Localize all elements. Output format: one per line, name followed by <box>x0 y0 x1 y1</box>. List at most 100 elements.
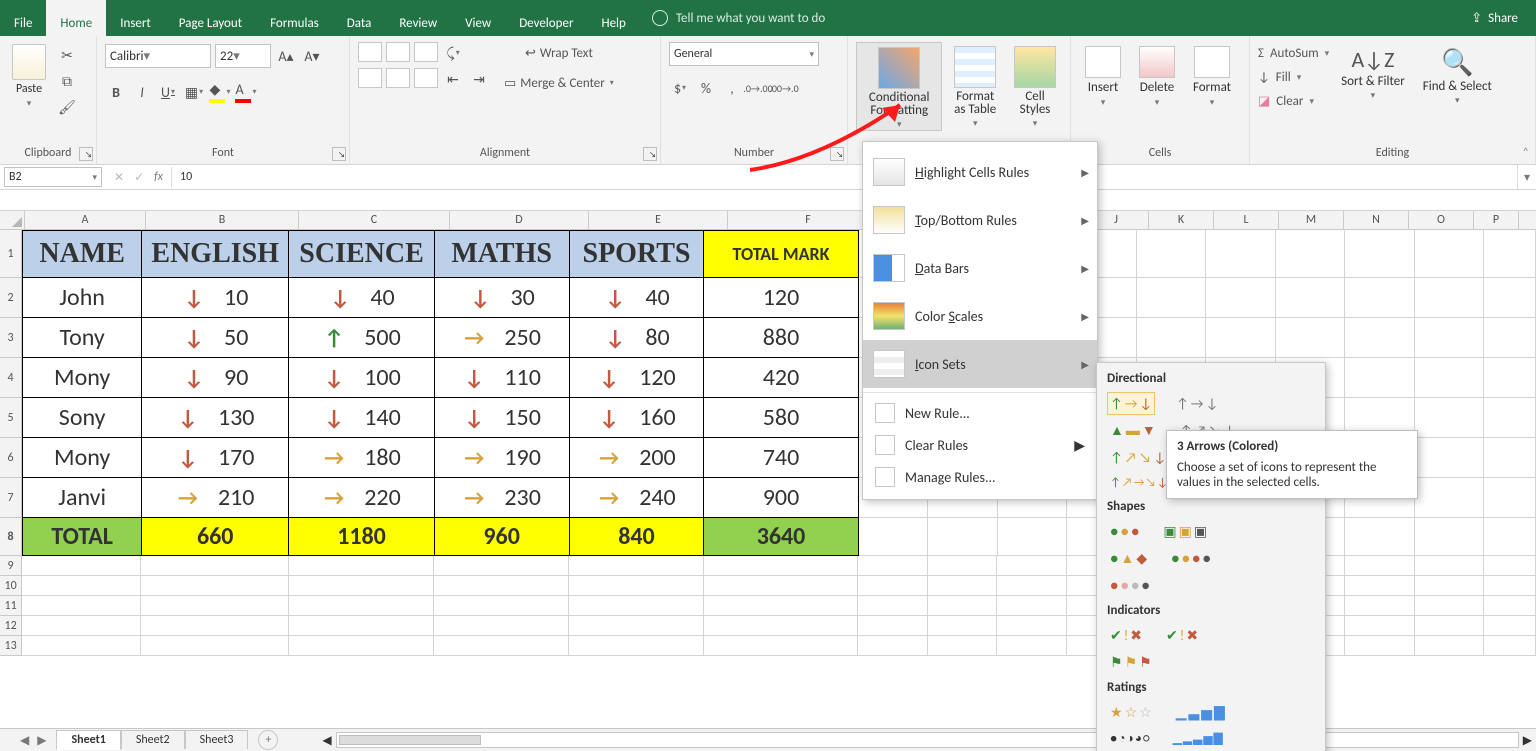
table-cell[interactable]: ↓110 <box>435 358 570 398</box>
sheet-tab-2[interactable]: Sheet2 <box>121 730 185 749</box>
iconset-5-ratings[interactable]: ▁▂▃▅▇ <box>1170 728 1225 749</box>
decrease-indent-icon[interactable]: ⇤ <box>442 68 464 90</box>
select-all-triangle[interactable] <box>0 211 25 229</box>
cell[interactable] <box>1484 478 1536 518</box>
iconset-3-arrows-gray[interactable]: ↑→↓ <box>1173 392 1221 415</box>
font-size-select[interactable]: 22▾ <box>215 44 271 68</box>
expand-formula-bar-icon[interactable]: ▾ <box>1517 165 1536 189</box>
row-header[interactable]: 12 <box>0 616 22 636</box>
iconset-4-traffic-lights[interactable]: ●●●● <box>1168 547 1214 570</box>
tell-me-search[interactable]: Tell me what you want to do <box>652 0 825 36</box>
table-cell[interactable]: →210 <box>142 478 289 518</box>
font-name-select[interactable]: Calibri▾ <box>105 44 211 68</box>
cell[interactable] <box>289 616 435 636</box>
cell[interactable] <box>1345 358 1415 398</box>
new-rule-item[interactable]: New Rule... <box>863 397 1097 429</box>
cell[interactable] <box>569 556 704 576</box>
table-cell[interactable]: 900 <box>704 478 858 518</box>
table-header[interactable]: TOTAL MARK <box>704 230 858 278</box>
table-cell[interactable]: ↑500 <box>289 318 434 358</box>
table-header[interactable]: SPORTS <box>570 230 705 278</box>
cell[interactable] <box>858 556 928 576</box>
table-cell[interactable]: 3640 <box>704 518 858 556</box>
clear-rules-item[interactable]: Clear Rules▶ <box>863 429 1097 461</box>
table-cell[interactable]: ↓100 <box>289 358 434 398</box>
cell[interactable] <box>434 636 569 656</box>
cell[interactable] <box>289 556 435 576</box>
cell[interactable] <box>928 518 998 556</box>
delete-cells-button[interactable]: Delete▾ <box>1133 42 1181 108</box>
iconset-3-traffic-lights[interactable]: ●●● <box>1107 520 1142 543</box>
clipboard-launcher[interactable]: ↘ <box>79 147 93 161</box>
cell[interactable] <box>1345 518 1415 556</box>
align-middle-icon[interactable] <box>386 42 410 62</box>
cell[interactable] <box>569 616 704 636</box>
cell[interactable] <box>1137 278 1207 318</box>
row-header[interactable]: 5 <box>0 398 22 438</box>
cell[interactable] <box>22 616 141 636</box>
cell[interactable] <box>1484 636 1536 656</box>
col-header[interactable]: E <box>589 211 728 229</box>
cell[interactable] <box>1484 398 1536 438</box>
col-header[interactable]: A <box>25 211 146 229</box>
cell[interactable] <box>858 576 928 596</box>
cell-styles-button[interactable]: Cell Styles▾ <box>1008 42 1062 129</box>
table-cell[interactable]: ↓150 <box>435 398 570 438</box>
table-cell[interactable]: 960 <box>435 518 570 556</box>
format-painter-icon[interactable]: 🖌 <box>56 96 78 118</box>
cell[interactable] <box>1206 278 1276 318</box>
align-right-icon[interactable] <box>414 68 438 88</box>
cell[interactable] <box>1415 596 1485 616</box>
number-format-select[interactable]: General▾ <box>669 42 819 66</box>
cell[interactable] <box>569 636 704 656</box>
sheet-tab-1[interactable]: Sheet1 <box>56 730 120 750</box>
table-cell[interactable]: ↓140 <box>289 398 434 438</box>
cell[interactable] <box>1415 358 1485 398</box>
cell[interactable] <box>1276 318 1346 358</box>
merge-center-button[interactable]: ▭ Merge & Center <box>504 72 614 94</box>
color-scales-item[interactable]: Color Scales▶ <box>863 292 1097 340</box>
cell[interactable] <box>434 576 569 596</box>
cell[interactable] <box>1484 230 1536 278</box>
manage-rules-item[interactable]: Manage Rules... <box>863 461 1097 493</box>
collapse-ribbon-icon[interactable]: ˄ <box>1523 146 1529 160</box>
tab-developer[interactable]: Developer <box>505 0 587 36</box>
table-cell[interactable]: 420 <box>704 358 858 398</box>
row-header[interactable]: 8 <box>0 518 22 556</box>
increase-indent-icon[interactable]: ⇥ <box>468 68 490 90</box>
table-cell[interactable]: Tony <box>22 318 142 358</box>
table-cell[interactable]: 660 <box>142 518 289 556</box>
cell[interactable] <box>1415 398 1485 438</box>
cell[interactable] <box>141 636 288 656</box>
cell[interactable] <box>1276 230 1346 278</box>
autosum-button[interactable]: ΣAutoSum▾ <box>1258 42 1329 64</box>
row-header[interactable]: 10 <box>0 576 22 596</box>
cell[interactable] <box>434 596 569 616</box>
table-cell[interactable]: →230 <box>435 478 570 518</box>
col-header[interactable]: L <box>1214 211 1279 229</box>
row-header[interactable]: 6 <box>0 438 22 478</box>
border-button[interactable]: ▦ <box>183 81 205 103</box>
tab-file[interactable]: File <box>0 0 46 36</box>
table-cell[interactable]: →180 <box>289 438 434 478</box>
row-header[interactable]: 3 <box>0 318 22 358</box>
share-button[interactable]: ⇪ Share <box>1471 0 1518 36</box>
cell[interactable] <box>1345 556 1415 576</box>
cell[interactable] <box>434 556 569 576</box>
iconset-4-ratings[interactable]: ▁▃▅▇ <box>1173 701 1228 724</box>
table-cell[interactable]: TOTAL <box>22 518 142 556</box>
cell[interactable] <box>997 616 1067 636</box>
row-header[interactable]: 11 <box>0 596 22 616</box>
tab-page-layout[interactable]: Page Layout <box>165 0 256 36</box>
cell[interactable] <box>1206 318 1276 358</box>
iconset-3-stars[interactable]: ★☆☆ <box>1107 701 1155 724</box>
col-header[interactable]: K <box>1149 211 1214 229</box>
cell[interactable] <box>858 596 928 616</box>
cell[interactable] <box>1484 278 1536 318</box>
cell[interactable] <box>22 596 141 616</box>
table-cell[interactable]: ↓90 <box>142 358 289 398</box>
col-header[interactable]: M <box>1279 211 1344 229</box>
enter-formula-icon[interactable]: ✓ <box>134 170 144 185</box>
horizontal-scrollbar[interactable]: ◀▶ <box>318 733 1536 747</box>
cell[interactable] <box>141 556 288 576</box>
